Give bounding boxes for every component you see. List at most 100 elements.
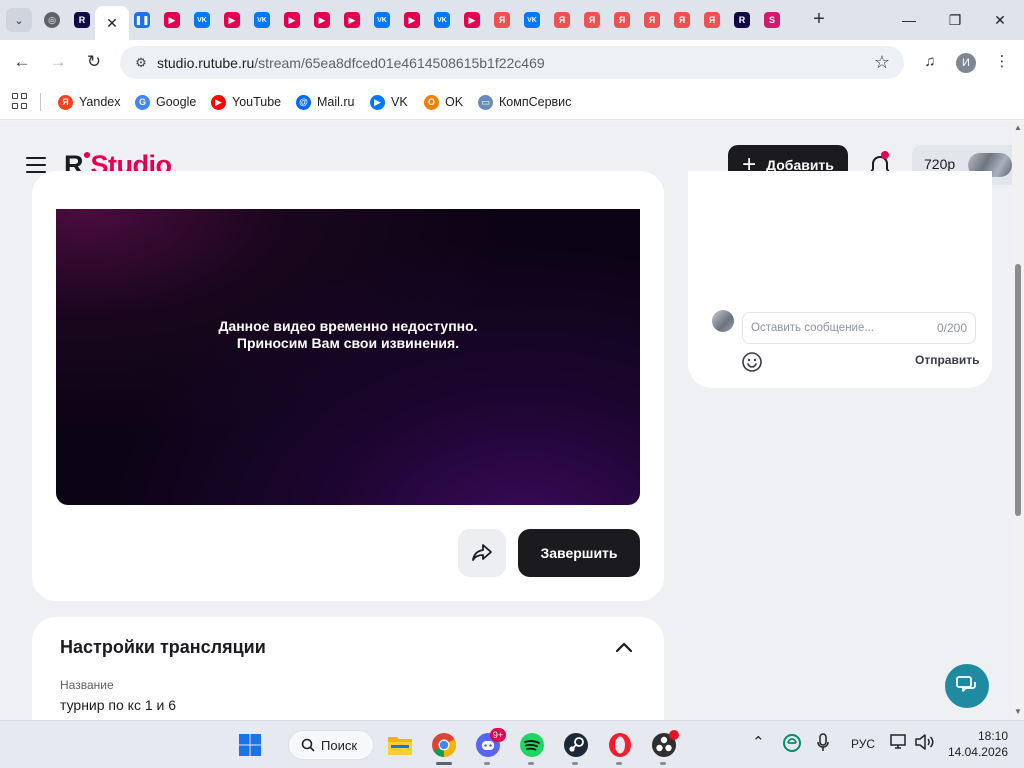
url-host: studio.rutube.ru	[157, 55, 255, 71]
spotify-running-indicator	[528, 762, 534, 765]
browser-tab[interactable]: ▶	[158, 6, 186, 34]
language-indicator[interactable]: РУС	[851, 737, 875, 751]
browser-tab[interactable]: VK	[188, 6, 216, 34]
chevron-up-icon[interactable]	[614, 639, 634, 655]
finish-stream-button[interactable]: Завершить	[518, 529, 640, 577]
browser-tab[interactable]: Я	[638, 6, 666, 34]
profile-avatar[interactable]: И	[956, 53, 976, 73]
browser-tab[interactable]: ▶	[338, 6, 366, 34]
browser-tab[interactable]: ❚❚	[128, 6, 156, 34]
scroll-down-arrow[interactable]: ▼	[1014, 707, 1022, 716]
scroll-up-arrow[interactable]: ▲	[1014, 123, 1022, 132]
browser-tab[interactable]: VK	[428, 6, 456, 34]
browser-tab[interactable]: R	[728, 6, 756, 34]
browser-tab[interactable]: VK	[518, 6, 546, 34]
browser-tab[interactable]: ▶	[458, 6, 486, 34]
chat-user-avatar	[712, 310, 734, 332]
page-scrollbar[interactable]: ▲ ▼	[1012, 121, 1024, 720]
network-icon[interactable]	[890, 734, 908, 753]
yandex-icon: Я	[614, 12, 630, 28]
bookmark-label: YouTube	[232, 95, 282, 109]
bookmark-label: OK	[445, 95, 464, 109]
address-bar[interactable]: ⚙ studio.rutube.ru/stream/65ea8dfced01e4…	[120, 46, 904, 79]
tab-search-button[interactable]: ⌄	[6, 8, 32, 32]
spotify-icon[interactable]	[518, 731, 546, 759]
microphone-icon[interactable]	[816, 733, 830, 756]
browser-tab[interactable]: Я	[668, 6, 696, 34]
notification-dot	[881, 151, 889, 159]
chat-message-input[interactable]: Оставить сообщение... 0/200	[742, 312, 976, 344]
bookmark-youtube[interactable]: ▶ YouTube	[211, 92, 281, 112]
youtube-icon: ▶	[464, 12, 480, 28]
chat-placeholder: Оставить сообщение...	[751, 322, 874, 334]
browser-tab[interactable]: R	[68, 6, 96, 34]
youtube-icon: ▶	[314, 12, 330, 28]
scrollbar-thumb[interactable]	[1015, 264, 1021, 516]
file-explorer-icon[interactable]	[386, 731, 414, 759]
system-clock[interactable]: 18:10 14.04.2026	[944, 728, 1008, 760]
send-button[interactable]: Отправить	[915, 353, 979, 367]
steam-running-indicator	[572, 762, 578, 765]
browser-tab[interactable]: ▶	[398, 6, 426, 34]
close-tab-icon[interactable]: ✕	[106, 15, 118, 32]
chrome-icon: ◎	[44, 12, 60, 28]
url-text[interactable]: studio.rutube.ru/stream/65ea8dfced01e461…	[157, 55, 545, 71]
menu-dots-icon[interactable]: ⋮	[990, 50, 1014, 74]
share-button[interactable]	[458, 529, 506, 577]
windows-start-icon[interactable]	[236, 731, 264, 759]
title-field-value[interactable]: турнир по кс 1 и 6	[60, 697, 176, 713]
support-chat-button[interactable]	[945, 664, 989, 708]
monitor-icon: ▭	[478, 94, 493, 110]
new-tab-button[interactable]: +	[808, 8, 830, 32]
bookmark-ok[interactable]: О OK	[424, 92, 463, 112]
rutube-icon: R	[74, 12, 90, 28]
browser-tab[interactable]: VK	[248, 6, 276, 34]
taskbar-search[interactable]: Поиск	[288, 730, 374, 760]
windows-taskbar: Поиск 9+ ⌃ РУС 18:10 14.04.2026	[0, 720, 1024, 768]
bookmark-google[interactable]: G Google	[135, 92, 196, 112]
bookmark-vk[interactable]: ▶ VK	[370, 92, 408, 112]
back-button[interactable]: ←	[10, 50, 34, 74]
video-player[interactable]: Данное видео временно недоступно. Принос…	[56, 209, 640, 505]
hamburger-menu-icon[interactable]	[26, 157, 46, 173]
bookmark-компсервис[interactable]: ▭ КомпСервис	[478, 92, 571, 112]
yandex-icon: Я	[584, 12, 600, 28]
browser-tab[interactable]: Я	[698, 6, 726, 34]
bookmark-label: Mail.ru	[317, 95, 355, 109]
browser-tab[interactable]: ▶	[218, 6, 246, 34]
bookmark-star-icon[interactable]: ☆	[874, 52, 890, 73]
bookmark-yandex[interactable]: Я Yandex	[58, 92, 120, 112]
bookmark-mail-ru[interactable]: @ Mail.ru	[296, 92, 355, 112]
site-info-icon[interactable]: ⚙	[132, 54, 150, 72]
forward-button[interactable]: →	[46, 50, 70, 74]
maximize-button[interactable]: ❐	[935, 6, 975, 34]
share-arrow-icon	[472, 544, 492, 561]
edge-tray-icon[interactable]	[783, 734, 801, 755]
browser-tab[interactable]: ▶	[278, 6, 306, 34]
vk-icon: VK	[254, 12, 270, 28]
browser-tab[interactable]: ▶	[308, 6, 336, 34]
browser-tab[interactable]: ◎	[38, 6, 66, 34]
browser-tab[interactable]: Я	[578, 6, 606, 34]
clock-time: 18:10	[977, 729, 1008, 743]
arrow-right-icon: →	[49, 52, 67, 71]
steam-icon[interactable]	[562, 731, 590, 759]
browser-tab[interactable]: S	[758, 6, 786, 34]
emoji-icon[interactable]	[741, 351, 763, 373]
youtube-icon: ▶	[344, 12, 360, 28]
chrome-taskbar-icon[interactable]	[430, 731, 458, 759]
tab-strip: ⌄ ◎ R ✕ ❚❚ ▶ VK ▶ VK ▶ ▶ ▶ VK ▶ VK ▶ Я VK Я Я Я Я Я Я R S + — ❐ …	[0, 0, 1024, 40]
reload-button[interactable]: ↻	[82, 50, 106, 74]
media-control-icon[interactable]: ♫	[918, 50, 942, 74]
minimize-button[interactable]: —	[889, 6, 929, 34]
volume-icon[interactable]	[914, 734, 934, 753]
browser-tab[interactable]: VK	[368, 6, 396, 34]
browser-tab[interactable]: Я	[548, 6, 576, 34]
browser-tab[interactable]: Я	[608, 6, 636, 34]
apps-grid-icon[interactable]	[12, 93, 28, 109]
browser-tab[interactable]: ✕	[95, 6, 129, 40]
tray-overflow-chevron-icon[interactable]: ⌃	[752, 733, 765, 751]
opera-icon[interactable]	[606, 731, 634, 759]
close-window-button[interactable]: ✕	[980, 6, 1020, 34]
browser-tab[interactable]: Я	[488, 6, 516, 34]
